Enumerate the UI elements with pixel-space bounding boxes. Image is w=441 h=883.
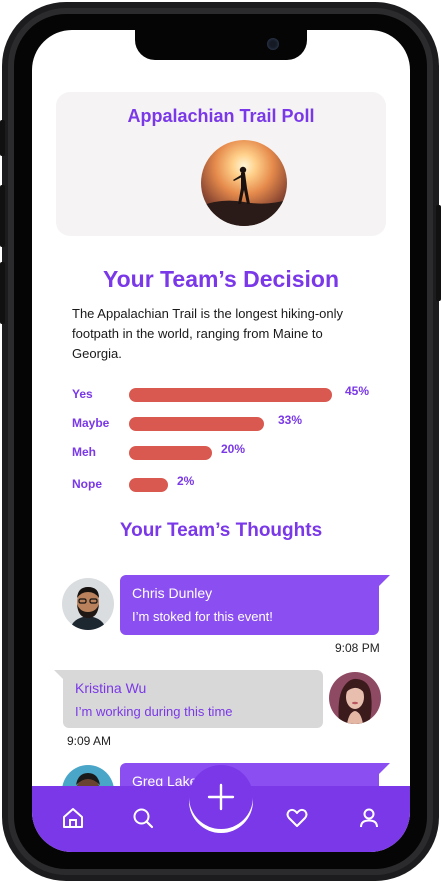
power-button (436, 205, 441, 301)
poll-title: Appalachian Trail Poll (127, 106, 315, 126)
option-label: Meh (72, 445, 96, 459)
bubble-tail (372, 763, 390, 775)
comment-time: 9:09 AM (67, 734, 112, 748)
volume-down-button (0, 262, 5, 324)
result-percent: 33% (278, 413, 303, 427)
decision-title: Your Team’s Decision (102, 266, 340, 292)
result-bar (129, 446, 212, 460)
camera-notch (135, 30, 307, 60)
option-label: Nope (72, 477, 102, 491)
bubble-tail (372, 575, 390, 587)
thoughts-title: Your Team’s Thoughts (119, 520, 323, 541)
avatar-kristina[interactable] (329, 672, 381, 724)
result-percent: 2% (177, 474, 195, 488)
result-bar (129, 417, 264, 431)
option-label: Maybe (72, 416, 110, 430)
heart-icon[interactable] (285, 806, 309, 830)
volume-up-button (0, 185, 5, 247)
comment-time: 9:08 PM (335, 641, 380, 655)
comment-bubble[interactable]: Kristina Wu I’m working during this time (63, 670, 323, 728)
comment-message: I’m working during this time (75, 704, 233, 719)
mute-switch (0, 120, 5, 156)
result-bar (129, 478, 168, 492)
add-button[interactable] (189, 765, 253, 829)
comment-message: I’m stoked for this event! (132, 609, 273, 624)
poll-description: The Appalachian Trail is the longest hik… (72, 306, 343, 361)
plus-icon (207, 783, 235, 811)
search-icon[interactable] (131, 806, 155, 830)
avatar-chris[interactable] (62, 578, 114, 630)
result-percent: 20% (221, 442, 246, 456)
poll-card: Appalachian Trail Poll (56, 92, 386, 236)
option-label: Yes (72, 387, 93, 401)
hiker-at-sunset-photo (201, 140, 287, 226)
app-screen: Appalachian Trail Poll Your Team’s Decis… (32, 30, 410, 852)
comment-author: Chris Dunley (132, 585, 213, 601)
comment-author: Kristina Wu (75, 680, 147, 696)
result-percent: 45% (345, 384, 370, 398)
front-camera (267, 38, 279, 50)
result-bar (129, 388, 332, 402)
user-icon[interactable] (357, 806, 381, 830)
home-icon[interactable] (61, 806, 85, 830)
comment-bubble[interactable]: Chris Dunley I’m stoked for this event! (120, 575, 379, 635)
